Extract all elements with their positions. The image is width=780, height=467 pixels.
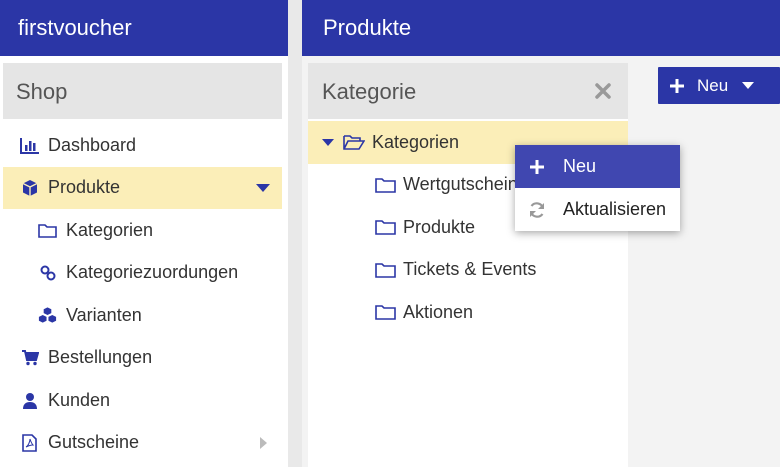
- sidebar-item-kunden[interactable]: Kunden: [0, 379, 288, 422]
- sidebar-item-label: Gutscheine: [48, 432, 140, 453]
- tree-node-label: Wertgutscheine: [403, 174, 528, 195]
- folder-icon: [375, 304, 396, 321]
- sidebar-item-label: Kategorien: [66, 219, 154, 240]
- close-icon[interactable]: [594, 82, 612, 100]
- chevron-down-icon: [742, 82, 755, 89]
- new-button-label: Neu: [697, 75, 729, 95]
- sidebar-item-label: Kunden: [48, 389, 111, 410]
- folder-icon: [37, 220, 58, 241]
- context-menu-item-new[interactable]: Neu: [515, 145, 680, 188]
- content-panel: Produkte Kategorie Kategorien Wertgutsch…: [302, 0, 780, 467]
- refresh-icon: [527, 201, 547, 219]
- category-tree-card: Kategorie Kategorien Wertgutscheine Prod…: [308, 63, 628, 467]
- tree-node-label: Kategorien: [372, 131, 460, 152]
- new-button[interactable]: Neu: [658, 67, 780, 104]
- folder-icon: [375, 177, 396, 193]
- context-menu-item-refresh[interactable]: Aktualisieren: [515, 188, 680, 231]
- sidebar-menu: Dashboard Produkte Kategorien Kategoriez…: [0, 124, 288, 464]
- plus-icon: [527, 159, 547, 175]
- sidebar-item-produkte[interactable]: Produkte: [3, 166, 282, 209]
- cart-icon: [19, 347, 40, 368]
- sidebar-item-label: Bestellungen: [48, 347, 153, 368]
- link-icon: [37, 262, 58, 283]
- context-menu-label: Aktualisieren: [563, 199, 667, 219]
- context-menu: Neu Aktualisieren: [515, 145, 680, 231]
- chevron-right-icon[interactable]: [260, 436, 267, 449]
- sidebar-panel: firstvoucher Shop Dashboard Produkte Kat…: [0, 0, 288, 467]
- sidebar-item-gutscheine[interactable]: Gutscheine: [0, 422, 288, 465]
- file-pdf-icon: [19, 432, 40, 453]
- sidebar-header: Shop: [3, 63, 282, 119]
- sidebar-item-kategorien[interactable]: Kategorien: [0, 209, 288, 252]
- sidebar-item-kategoriezuordungen[interactable]: Kategoriezuordungen: [0, 252, 288, 295]
- chevron-down-icon[interactable]: [256, 183, 270, 192]
- folder-icon: [375, 262, 396, 278]
- caret-down-icon[interactable]: [322, 138, 334, 146]
- sidebar-item-label: Dashboard: [48, 134, 137, 155]
- tree-node-label: Aktionen: [403, 301, 474, 322]
- app-title: firstvoucher: [0, 0, 288, 56]
- category-panel-header: Kategorie: [308, 63, 628, 119]
- cube-icon: [19, 177, 40, 198]
- category-panel-title: Kategorie: [322, 79, 417, 104]
- plus-icon: [669, 78, 685, 94]
- folder-open-icon: [343, 134, 365, 151]
- context-menu-label: Neu: [563, 156, 597, 176]
- tree-node-label: Tickets & Events: [403, 259, 537, 280]
- page-title: Produkte: [302, 0, 780, 56]
- sidebar-item-bestellungen[interactable]: Bestellungen: [0, 337, 288, 380]
- sidebar-item-label: Varianten: [66, 304, 142, 325]
- bar-chart-icon: [19, 135, 40, 156]
- tree-node[interactable]: Aktionen: [308, 291, 628, 334]
- user-icon: [19, 390, 40, 411]
- tree-node-label: Produkte: [403, 216, 476, 237]
- folder-icon: [375, 219, 396, 236]
- sidebar-item-varianten[interactable]: Varianten: [0, 294, 288, 337]
- sidebar-item-dashboard[interactable]: Dashboard: [0, 124, 288, 167]
- tree-node[interactable]: Tickets & Events: [308, 249, 628, 292]
- cubes-icon: [37, 305, 58, 326]
- sidebar-item-label: Kategoriezuordungen: [66, 262, 239, 283]
- sidebar-item-label: Produkte: [48, 177, 121, 198]
